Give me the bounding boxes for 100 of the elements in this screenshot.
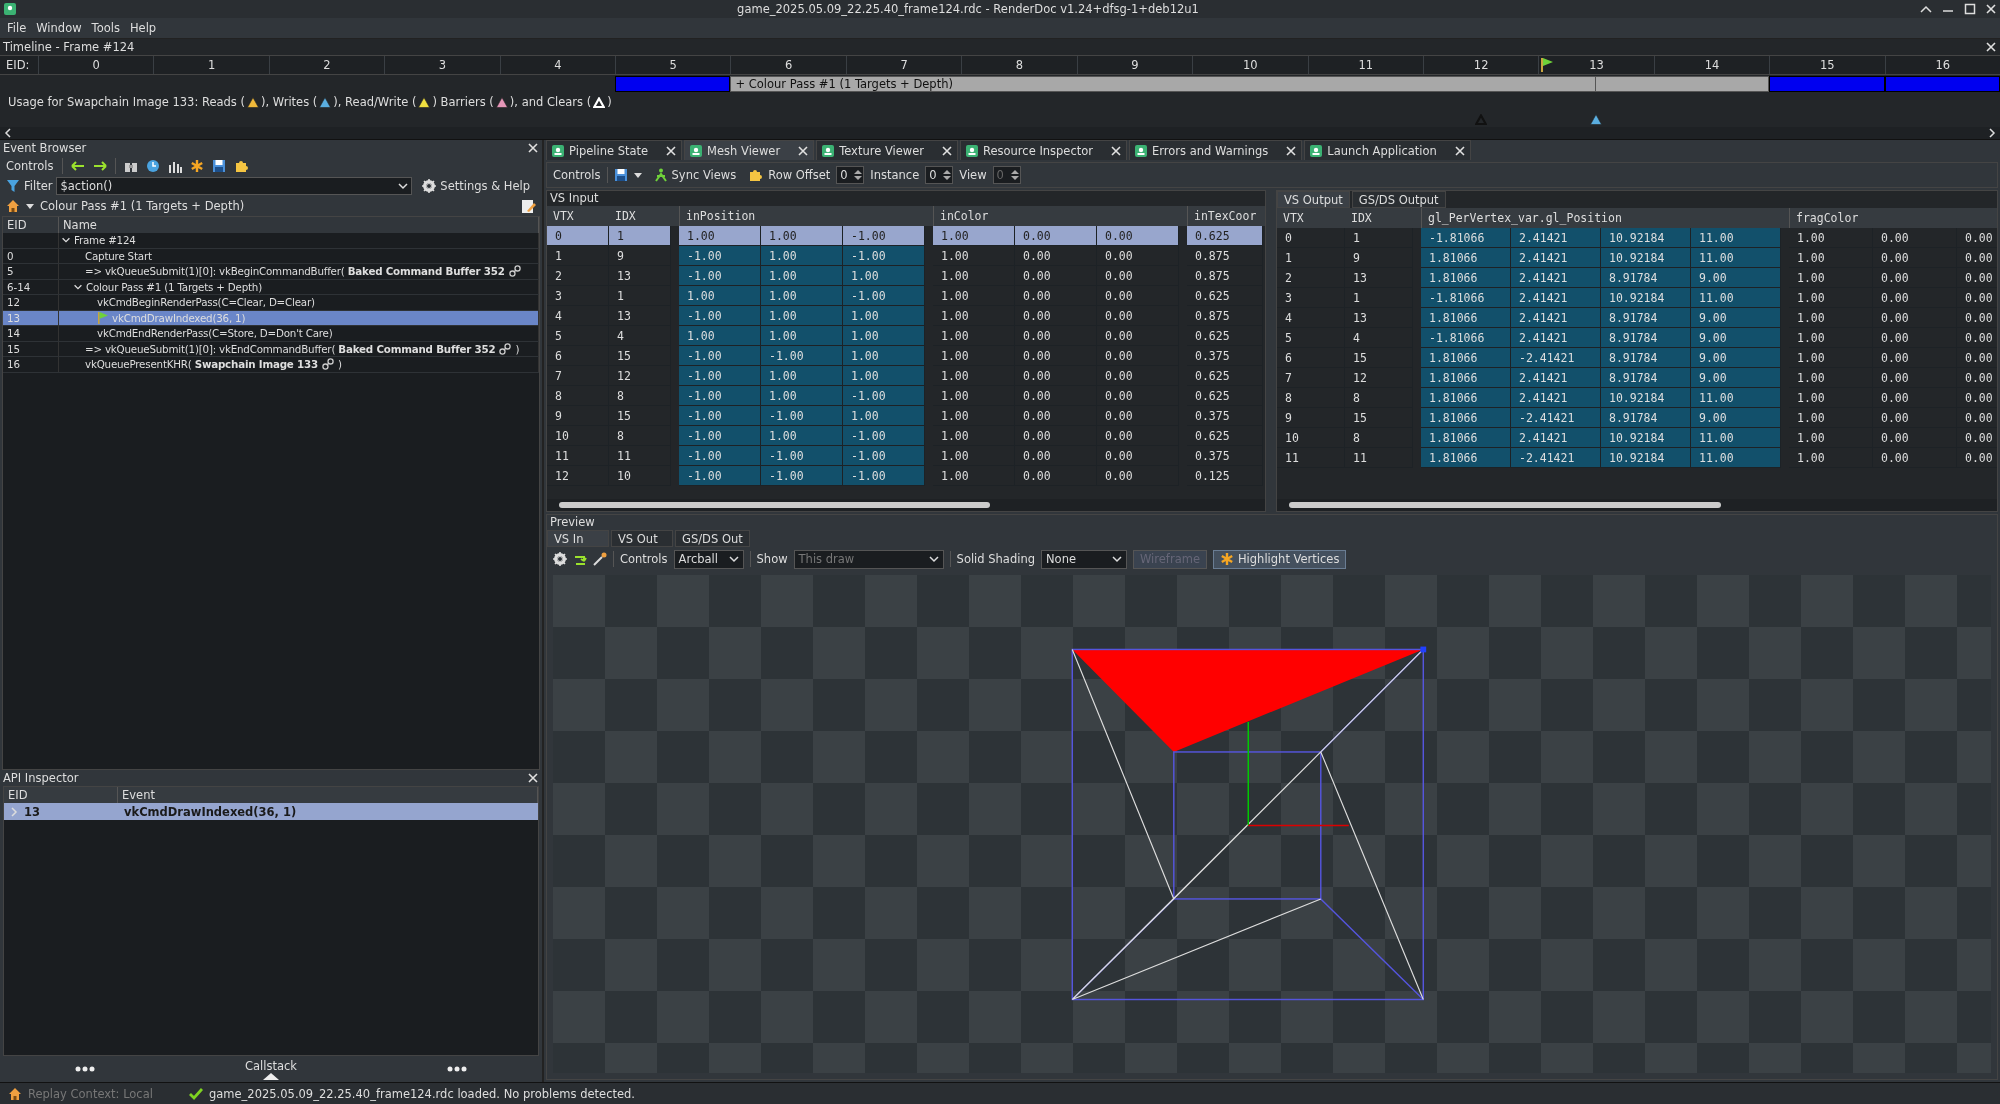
puzzle-icon[interactable] bbox=[233, 159, 248, 173]
close-icon[interactable] bbox=[528, 143, 538, 153]
bar-chart-icon[interactable] bbox=[167, 159, 182, 173]
table-row[interactable]: 3 1 -1.81066 2.41421 10.92184 11.00 1.00 0.00 0.00 bbox=[1277, 288, 1997, 308]
expand-up-icon[interactable] bbox=[263, 1072, 279, 1080]
sync-views-button[interactable]: Sync Views bbox=[647, 165, 743, 185]
event-row[interactable]: 15 => vkQueueSubmit(1)[0]: vkEndCommandBuffer( Baked Command Buffer 352 ) bbox=[3, 341, 539, 357]
table-row[interactable]: 11 11 -1.00 -1.00 -1.00 1.00 0.00 0.00 0.375 bbox=[547, 446, 1265, 466]
settings-icon[interactable] bbox=[553, 552, 567, 566]
highlight-vertices-button[interactable]: Highlight Vertices bbox=[1212, 549, 1347, 569]
close-icon[interactable] bbox=[528, 773, 538, 783]
close-icon[interactable] bbox=[1986, 42, 1996, 52]
asterisk-icon[interactable] bbox=[189, 159, 204, 173]
column-header[interactable]: IDX bbox=[1345, 208, 1413, 228]
arrow-left-icon[interactable] bbox=[70, 161, 85, 171]
table-row[interactable]: 5 4 1.00 1.00 1.00 1.00 0.00 0.00 0.625 bbox=[547, 326, 1265, 346]
save-icon[interactable] bbox=[211, 159, 226, 173]
table-row[interactable]: 1 9 1.81066 2.41421 10.92184 11.00 1.00 0.00 0.00 bbox=[1277, 248, 1997, 268]
table-row[interactable]: 4 13 1.81066 2.41421 8.91784 9.00 1.00 0.00 0.00 bbox=[1277, 308, 1997, 328]
checkerboard-viewport[interactable] bbox=[553, 575, 1991, 1073]
close-icon[interactable] bbox=[1286, 145, 1297, 156]
breadcrumb-text[interactable]: Colour Pass #1 (1 Targets + Depth) bbox=[40, 199, 515, 213]
home-icon[interactable] bbox=[6, 199, 20, 213]
column-header[interactable]: IDX bbox=[609, 206, 671, 226]
close-icon[interactable] bbox=[666, 145, 677, 156]
row-offset-spinbox[interactable]: 0 bbox=[836, 166, 865, 184]
chevron-down-icon[interactable] bbox=[61, 236, 71, 244]
event-row[interactable]: 0 Capture Start bbox=[3, 248, 539, 264]
close-icon[interactable] bbox=[1111, 145, 1122, 156]
table-row[interactable]: 10 8 -1.00 1.00 -1.00 1.00 0.00 0.00 0.625 bbox=[547, 426, 1265, 446]
table-row[interactable]: 0 1 -1.81066 2.41421 10.92184 11.00 1.00 0.00 0.00 bbox=[1277, 228, 1997, 248]
menu-item[interactable]: Tools bbox=[86, 21, 125, 35]
preview-tab[interactable]: GS/DS Out bbox=[675, 530, 750, 547]
table-row[interactable]: 3 1 1.00 1.00 -1.00 1.00 0.00 0.00 0.625 bbox=[547, 286, 1265, 306]
event-row[interactable]: 16 vkQueuePresentKHR( Swapchain Image 133 ) bbox=[3, 357, 539, 373]
caret-down-icon[interactable] bbox=[633, 172, 642, 178]
output-tab[interactable]: GS/DS Output bbox=[1351, 191, 1446, 208]
table-row[interactable]: 5 4 -1.81066 2.41421 8.91784 9.00 1.00 0.00 0.00 bbox=[1277, 328, 1997, 348]
table-row[interactable]: 8 8 -1.00 1.00 -1.00 1.00 0.00 0.00 0.625 bbox=[547, 386, 1265, 406]
edit-icon[interactable] bbox=[521, 198, 536, 214]
table-row[interactable]: 0 1 1.00 1.00 -1.00 1.00 0.00 0.00 0.625 bbox=[547, 226, 1265, 246]
settings-button[interactable]: Settings & Help bbox=[416, 176, 536, 196]
arrow-right-icon[interactable] bbox=[92, 161, 107, 171]
column-header[interactable]: Name bbox=[59, 217, 539, 233]
caret-down-icon[interactable] bbox=[26, 203, 34, 209]
preview-tab[interactable]: VS In bbox=[547, 530, 609, 547]
table-row[interactable]: 8 8 1.81066 2.41421 10.92184 11.00 1.00 0.00 0.00 bbox=[1277, 388, 1997, 408]
link-icon[interactable] bbox=[508, 265, 521, 278]
dots-handle-icon[interactable] bbox=[447, 1066, 467, 1072]
column-header[interactable]: VTX bbox=[547, 206, 609, 226]
chevron-up-icon[interactable] bbox=[1920, 4, 1932, 14]
scroll-left-icon[interactable] bbox=[4, 128, 12, 138]
scroll-right-icon[interactable] bbox=[1988, 128, 1996, 138]
table-row[interactable]: 1 9 -1.00 1.00 -1.00 1.00 0.00 0.00 0.875 bbox=[547, 246, 1265, 266]
event-row[interactable]: 12 vkCmdBeginRenderPass(C=Clear, D=Clear) bbox=[3, 295, 539, 311]
close-icon[interactable] bbox=[1986, 4, 1996, 14]
table-row[interactable]: 12 10 -1.00 -1.00 -1.00 1.00 0.00 0.00 0.125 bbox=[547, 466, 1265, 486]
table-row[interactable]: 10 8 1.81066 2.41421 10.92184 11.00 1.00 0.00 0.00 bbox=[1277, 428, 1997, 448]
clock-icon[interactable] bbox=[145, 159, 160, 173]
table-row[interactable]: 2 13 -1.00 1.00 1.00 1.00 0.00 0.00 0.875 bbox=[547, 266, 1265, 286]
dots-handle-icon[interactable] bbox=[75, 1066, 95, 1072]
column-header[interactable]: fragColor bbox=[1789, 208, 1997, 228]
close-icon[interactable] bbox=[1454, 145, 1465, 156]
table-row[interactable]: 9 15 -1.00 -1.00 1.00 1.00 0.00 0.00 0.375 bbox=[547, 406, 1265, 426]
chevron-down-icon[interactable] bbox=[73, 283, 83, 291]
link-icon[interactable] bbox=[499, 342, 512, 355]
event-row[interactable]: Frame #124 bbox=[3, 233, 539, 249]
maximize-icon[interactable] bbox=[1964, 3, 1976, 15]
tab[interactable]: Launch Application bbox=[1304, 140, 1471, 160]
menu-item[interactable]: File bbox=[2, 21, 32, 35]
pass-bar[interactable]: + Colour Pass #1 (1 Targets + Depth) bbox=[730, 76, 1770, 92]
scrollbar[interactable] bbox=[547, 499, 1265, 511]
column-header[interactable]: EID bbox=[3, 217, 59, 233]
table-row[interactable]: 7 12 1.81066 2.41421 8.91784 9.00 1.00 0.00 0.00 bbox=[1277, 368, 1997, 388]
tab[interactable]: Resource Inspector bbox=[960, 140, 1128, 160]
table-row[interactable]: 6 15 -1.00 -1.00 1.00 1.00 0.00 0.00 0.375 bbox=[547, 346, 1265, 366]
save-icon[interactable] bbox=[613, 168, 628, 182]
scrollbar[interactable] bbox=[1277, 499, 1997, 511]
table-row[interactable]: 7 12 -1.00 1.00 1.00 1.00 0.00 0.00 0.625 bbox=[547, 366, 1265, 386]
output-tab[interactable]: VS Output bbox=[1277, 191, 1350, 208]
tab[interactable]: Texture Viewer bbox=[816, 140, 958, 160]
event-row[interactable]: 6-14 Colour Pass #1 (1 Targets + Depth) bbox=[3, 279, 539, 295]
event-row[interactable]: 14 vkCmdEndRenderPass(C=Store, D=Don't Care) bbox=[3, 326, 539, 342]
close-icon[interactable] bbox=[798, 145, 809, 156]
table-row[interactable]: 11 11 1.81066 -2.41421 10.92184 11.00 1.00 0.00 0.00 bbox=[1277, 448, 1997, 468]
event-row[interactable]: 5 => vkQueueSubmit(1)[0]: vkBeginCommandBuffer( Baked Command Buffer 352 bbox=[3, 264, 539, 280]
api-row[interactable]: 13 vkCmdDrawIndexed(36, 1) bbox=[4, 803, 538, 820]
menu-item[interactable]: Window bbox=[31, 21, 87, 35]
tab[interactable]: Mesh Viewer bbox=[684, 140, 815, 160]
controls-dropdown[interactable]: Arcball bbox=[673, 549, 744, 569]
table-row[interactable]: 2 13 1.81066 2.41421 8.91784 9.00 1.00 0.00 0.00 bbox=[1277, 268, 1997, 288]
puzzle-icon[interactable] bbox=[748, 168, 763, 182]
close-icon[interactable] bbox=[942, 145, 952, 156]
wand-icon[interactable] bbox=[593, 552, 607, 566]
preview-tab[interactable]: VS Out bbox=[611, 530, 673, 547]
filter-field[interactable]: $action() bbox=[56, 177, 413, 195]
link-icon[interactable] bbox=[321, 358, 334, 371]
table-row[interactable]: 9 15 1.81066 -2.41421 8.91784 9.00 1.00 0.00 0.00 bbox=[1277, 408, 1997, 428]
instance-spinbox[interactable]: 0 bbox=[925, 166, 954, 184]
callstack-label[interactable]: Callstack bbox=[245, 1058, 297, 1073]
